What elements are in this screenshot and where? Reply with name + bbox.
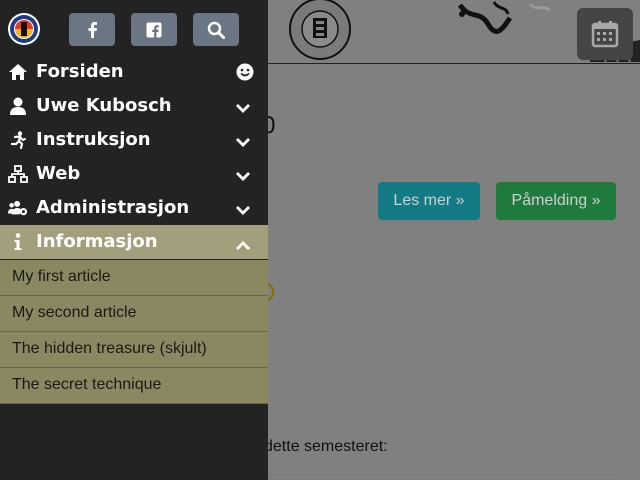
sub-item-label: The hidden treasure (skjult)	[12, 340, 207, 357]
nav-label: Uwe Kubosch	[36, 95, 172, 116]
sitemap-icon	[8, 165, 28, 183]
facebook-square-button[interactable]	[131, 13, 177, 46]
user-icon	[8, 97, 28, 115]
chevron-down-icon	[235, 202, 251, 215]
sub-item-label: My second article	[12, 304, 137, 321]
sub-item-my-second-article[interactable]: My second article	[0, 296, 268, 332]
calendar-icon	[591, 21, 619, 48]
sub-item-my-first-article[interactable]: My first article	[0, 260, 268, 296]
nav-item-administrasjon[interactable]: Administrasjon	[0, 191, 268, 225]
pamelding-button[interactable]: Påmelding »	[496, 182, 616, 220]
nav-label: Informasjon	[36, 231, 158, 252]
users-cog-icon	[8, 199, 28, 217]
nav-item-instruksjon[interactable]: Instruksjon	[0, 123, 268, 157]
sub-item-secret-technique[interactable]: The secret technique	[0, 368, 268, 404]
nav-label: Instruksjon	[36, 129, 151, 150]
running-icon	[8, 131, 28, 149]
smiley-icon	[236, 63, 254, 81]
nav-label: Administrasjon	[36, 197, 190, 218]
nav-item-web[interactable]: Web	[0, 157, 268, 191]
sidebar: Forsiden Uwe Kubosch Instruksjon Web Adm…	[0, 0, 268, 480]
les-mer-button[interactable]: Les mer »	[378, 182, 480, 220]
chevron-up-icon	[235, 236, 251, 250]
semester-text-fragment: dette semesteret:	[264, 438, 388, 455]
sub-item-label: The secret technique	[12, 376, 162, 393]
nav-item-uwe-kubosch[interactable]: Uwe Kubosch	[0, 89, 268, 123]
sub-item-label: My first article	[12, 268, 111, 285]
calendar-button[interactable]	[577, 8, 633, 60]
nav-item-forsiden[interactable]: Forsiden	[0, 55, 268, 89]
club-logo	[289, 0, 351, 60]
chevron-down-icon	[235, 134, 251, 147]
facebook-icon	[88, 21, 98, 38]
nav-label: Forsiden	[36, 61, 124, 82]
sub-item-hidden-treasure[interactable]: The hidden treasure (skjult)	[0, 332, 268, 368]
info-icon	[8, 233, 28, 251]
search-button[interactable]	[193, 13, 239, 46]
chevron-down-icon	[235, 100, 251, 113]
divider	[264, 474, 616, 475]
home-icon	[8, 63, 28, 81]
search-icon	[207, 21, 225, 39]
nav-label: Web	[36, 163, 81, 184]
chevron-down-icon	[235, 168, 251, 181]
club-logo-small[interactable]	[7, 12, 41, 46]
facebook-square-icon	[146, 22, 162, 38]
facebook-button[interactable]	[69, 13, 115, 46]
nav-item-informasjon[interactable]: Informasjon	[0, 225, 268, 259]
